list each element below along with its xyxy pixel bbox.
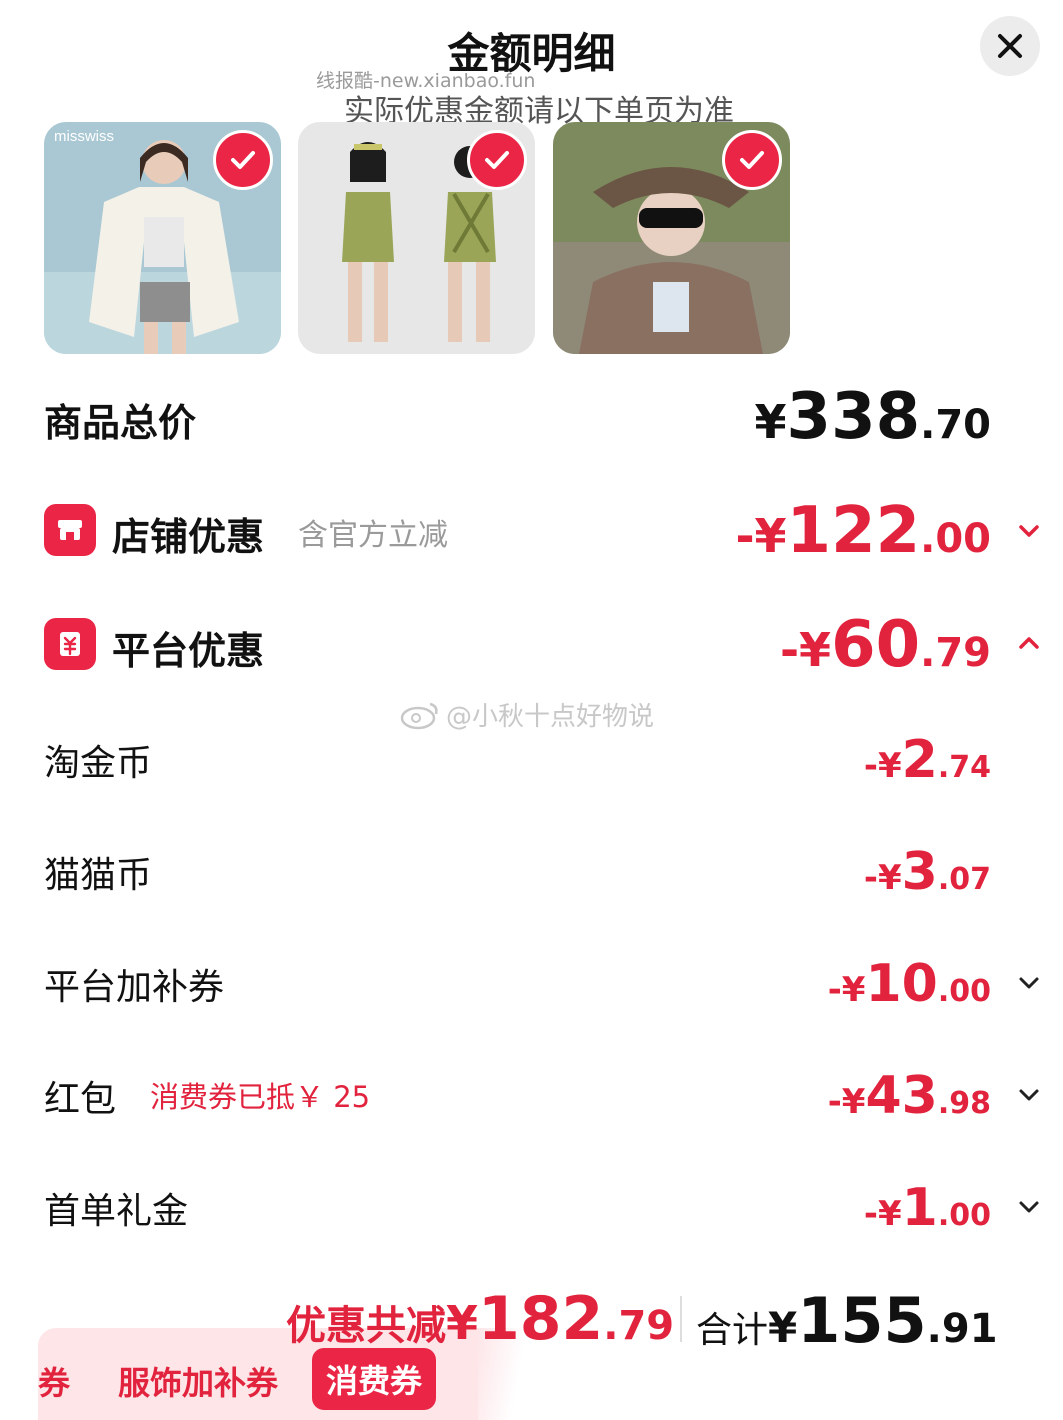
close-icon [998, 34, 1022, 58]
platform-discount-amount: -¥60.79 [779, 608, 991, 682]
store-discount-label: 店铺优惠 [112, 515, 265, 559]
close-button[interactable] [980, 16, 1040, 76]
chevron-down-icon[interactable] [1014, 1080, 1044, 1110]
sub-item-label: 猫猫币 [44, 855, 153, 896]
sub-item-label: 淘金币 [44, 743, 153, 784]
store-discount-note: 含官方立减 [298, 518, 448, 553]
store-icon [44, 504, 96, 556]
product-thumb-1[interactable]: misswiss [44, 122, 281, 354]
total-discount: 优惠共减¥182.79 [286, 1284, 675, 1354]
chevron-down-icon[interactable] [1014, 1192, 1044, 1222]
summary-row: 优惠共减¥182.79 合计¥155.91 [0, 1284, 1063, 1357]
total-price-label: 商品总价 [44, 401, 197, 445]
chevron-up-icon[interactable] [1014, 628, 1044, 658]
platform-discount-label: 平台优惠 [112, 629, 265, 673]
total-price-amount: ¥338.70 [754, 380, 991, 454]
product-thumb-3[interactable] [553, 122, 790, 354]
sub-item-note: 消费券已抵￥ 25 [150, 1080, 371, 1114]
coupon-tag-consumer[interactable]: 消费券 [312, 1348, 437, 1410]
coupon-tag-apparel[interactable]: 服饰加补券 [118, 1358, 278, 1404]
sub-item-amount: -¥3.07 [863, 842, 991, 902]
sub-item-label: 红包 [44, 1079, 117, 1120]
product-thumb-2[interactable] [298, 122, 535, 354]
center-watermark: @小秋十点好物说 [400, 696, 654, 733]
weibo-icon [400, 702, 438, 729]
sub-item-amount: -¥10.00 [827, 954, 991, 1014]
selected-check[interactable] [722, 130, 782, 190]
platform-coupon-icon [44, 618, 96, 670]
selected-check[interactable] [213, 130, 273, 190]
sub-item-amount: -¥43.98 [827, 1066, 991, 1126]
check-icon [231, 151, 255, 169]
sub-item-label: 首单礼金 [44, 1191, 189, 1232]
check-icon [740, 151, 764, 169]
check-icon [485, 151, 509, 169]
selected-check[interactable] [467, 130, 527, 190]
summary-divider [680, 1296, 682, 1342]
store-discount-amount: -¥122.00 [735, 494, 991, 568]
chevron-down-icon[interactable] [1014, 516, 1044, 546]
sub-item-label: 平台加补券 [44, 967, 225, 1008]
grand-total: 合计¥155.91 [696, 1284, 998, 1357]
sub-item-amount: -¥2.74 [863, 730, 991, 790]
coupon-tag-partial[interactable]: 券 [38, 1358, 70, 1404]
chevron-down-icon[interactable] [1014, 968, 1044, 998]
amount-detail-sheet: 金额明细 线报酷-new.xianbao.fun 实际优惠金额请以下单页为准 m… [0, 0, 1063, 1420]
brand-logo: misswiss [54, 128, 114, 145]
sub-item-amount: -¥1.00 [863, 1178, 991, 1238]
